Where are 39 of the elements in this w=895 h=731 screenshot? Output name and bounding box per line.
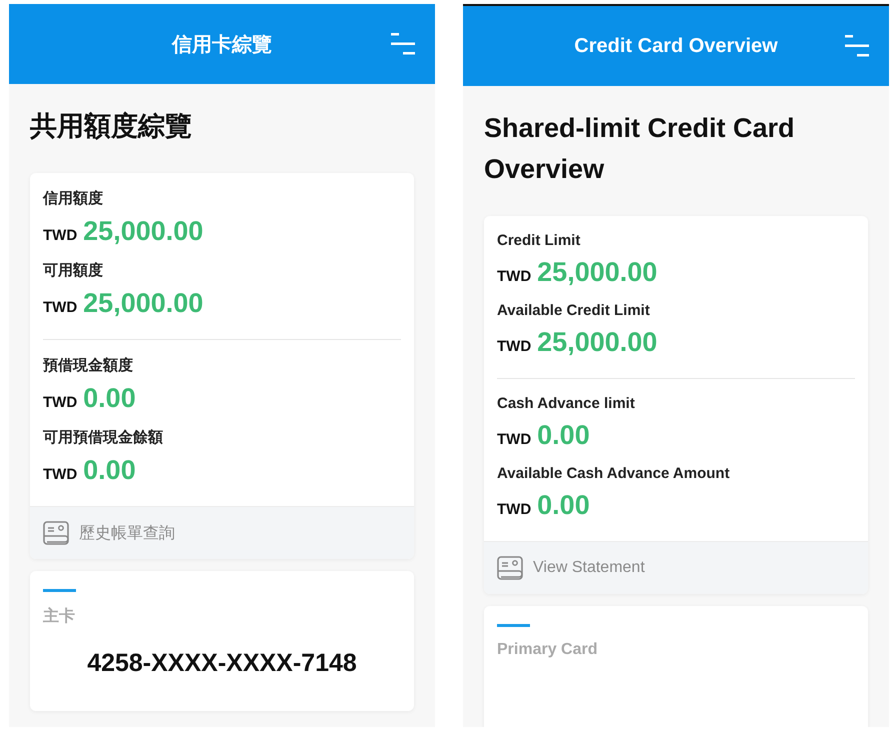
limit-label: Available Cash Advance Amount (497, 465, 731, 482)
limit-amount: 25,000.00 (83, 216, 204, 247)
limit-amount: 0.00 (537, 420, 590, 451)
currency-code: TWD (497, 338, 532, 355)
accent-line (497, 624, 530, 627)
limit-amount: 0.00 (537, 490, 590, 521)
statement-link[interactable]: View Statement (484, 541, 868, 594)
limit-amount: 25,000.00 (537, 257, 658, 288)
currency-code: TWD (43, 466, 78, 483)
limit-amount: 0.00 (83, 455, 136, 486)
limit-label: Credit Limit (497, 232, 582, 249)
limit-label: 信用額度 (43, 189, 104, 208)
limit-label: 可用預借現金餘額 (43, 428, 164, 447)
menu-icon[interactable] (845, 35, 869, 57)
card-number: 4258-XXXX-XXXX-7148 (86, 649, 358, 678)
card-type-label: Primary Card (497, 641, 598, 659)
card-type-label: 主卡 (43, 606, 76, 627)
statement-icon (497, 556, 523, 580)
page-title: 共用額度綜覽 (30, 110, 193, 143)
currency-code: TWD (43, 394, 78, 411)
limit-label: 預借現金額度 (43, 356, 134, 375)
statement-icon (43, 521, 69, 545)
limit-amount: 25,000.00 (537, 327, 658, 358)
statement-link[interactable]: 歷史帳單查詢 (30, 506, 414, 559)
header-title: 信用卡綜覽 (172, 32, 272, 58)
limit-label: Cash Advance limit (497, 395, 636, 412)
currency-code: TWD (497, 268, 532, 285)
menu-icon[interactable] (391, 33, 415, 55)
accent-line (43, 589, 76, 592)
limit-label: Available Credit Limit (497, 302, 651, 319)
page-title: Shared-limit Credit Card Overview (484, 112, 796, 186)
limit-label: 可用額度 (43, 261, 104, 280)
currency-code: TWD (497, 431, 532, 448)
limit-amount: 25,000.00 (83, 288, 204, 319)
currency-code: TWD (497, 501, 532, 518)
currency-code: TWD (43, 299, 78, 316)
currency-code: TWD (43, 227, 78, 244)
limit-amount: 0.00 (83, 383, 136, 414)
header-title: Credit Card Overview (574, 34, 778, 58)
